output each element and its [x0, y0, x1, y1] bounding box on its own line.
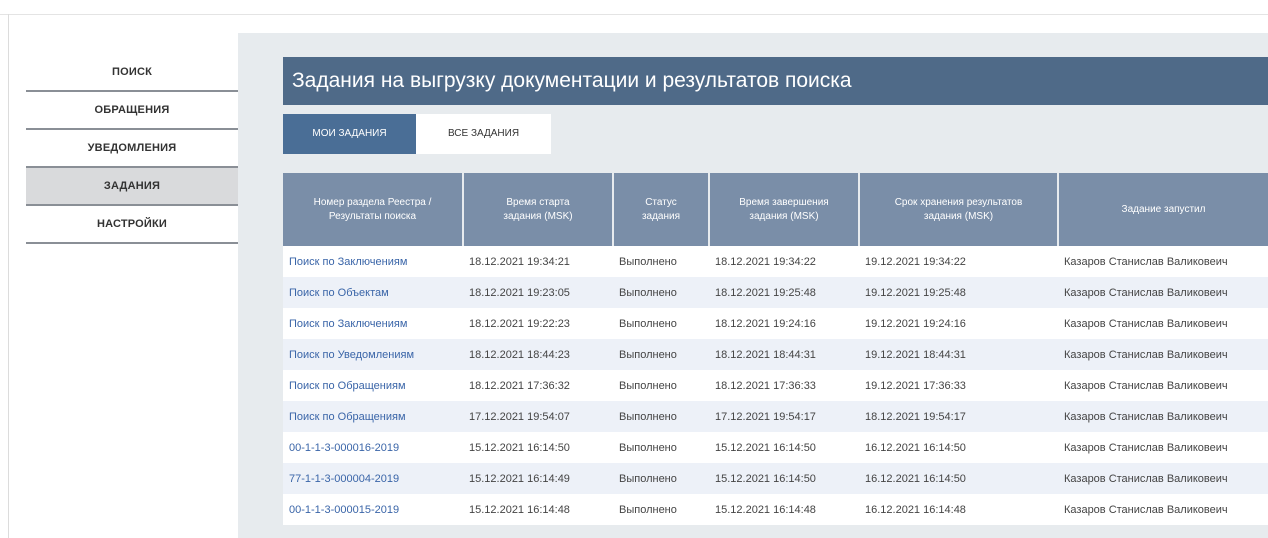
end-time-cell: 17.12.2021 19:54:17 — [709, 401, 859, 432]
task-link[interactable]: Поиск по Уведомлениям — [283, 339, 463, 370]
start-time-cell: 18.12.2021 19:34:21 — [463, 246, 613, 277]
page-title: Задания на выгрузку документации и резул… — [283, 57, 1268, 105]
column-header-status[interactable]: Статус задания — [613, 173, 710, 246]
sidebar-item-search[interactable]: ПОИСК — [26, 54, 238, 92]
start-time-cell: 15.12.2021 16:14:49 — [463, 463, 613, 494]
task-link[interactable]: 00-1-1-3-000016-2019 — [283, 432, 463, 463]
end-time-cell: 15.12.2021 16:14:48 — [709, 494, 859, 525]
table-header-row: Номер раздела Реестра / Результаты поиск… — [283, 173, 1268, 246]
task-link[interactable]: Поиск по Заключениям — [283, 308, 463, 339]
column-header-retention[interactable]: Срок хранения результатов задания (MSK) — [859, 173, 1059, 246]
start-time-cell: 15.12.2021 16:14:50 — [463, 432, 613, 463]
retention-cell: 19.12.2021 19:24:16 — [859, 308, 1058, 339]
main-content: Задания на выгрузку документации и резул… — [238, 33, 1268, 538]
started-by-cell: Казаров Станислав Валиковеич — [1058, 339, 1268, 370]
sidebar-item-notifications[interactable]: УВЕДОМЛЕНИЯ — [26, 130, 238, 168]
tasks-table: Номер раздела Реестра / Результаты поиск… — [283, 173, 1268, 525]
top-divider — [0, 14, 1268, 15]
started-by-cell: Казаров Станислав Валиковеич — [1058, 277, 1268, 308]
table-row: 00-1-1-3-000016-2019 15.12.2021 16:14:50… — [283, 432, 1268, 463]
table-row: Поиск по Заключениям 18.12.2021 19:22:23… — [283, 308, 1268, 339]
sidebar-item-settings[interactable]: НАСТРОЙКИ — [26, 206, 238, 244]
tab-my-tasks[interactable]: МОИ ЗАДАНИЯ — [283, 114, 416, 154]
retention-cell: 19.12.2021 19:34:22 — [859, 246, 1058, 277]
sidebar: ПОИСК ОБРАЩЕНИЯ УВЕДОМЛЕНИЯ ЗАДАНИЯ НАСТ… — [26, 54, 238, 244]
start-time-cell: 18.12.2021 19:22:23 — [463, 308, 613, 339]
started-by-cell: Казаров Станислав Валиковеич — [1058, 401, 1268, 432]
table-row: Поиск по Обращениям 17.12.2021 19:54:07 … — [283, 401, 1268, 432]
status-cell: Выполнено — [613, 339, 709, 370]
task-link[interactable]: 00-1-1-3-000015-2019 — [283, 494, 463, 525]
retention-cell: 19.12.2021 18:44:31 — [859, 339, 1058, 370]
status-cell: Выполнено — [613, 308, 709, 339]
task-link[interactable]: Поиск по Обращениям — [283, 370, 463, 401]
started-by-cell: Казаров Станислав Валиковеич — [1058, 246, 1268, 277]
status-cell: Выполнено — [613, 401, 709, 432]
started-by-cell: Казаров Станислав Валиковеич — [1058, 370, 1268, 401]
start-time-cell: 15.12.2021 16:14:48 — [463, 494, 613, 525]
task-link[interactable]: Поиск по Обращениям — [283, 401, 463, 432]
end-time-cell: 15.12.2021 16:14:50 — [709, 432, 859, 463]
status-cell: Выполнено — [613, 370, 709, 401]
sidebar-item-requests[interactable]: ОБРАЩЕНИЯ — [26, 92, 238, 130]
retention-cell: 19.12.2021 17:36:33 — [859, 370, 1058, 401]
end-time-cell: 15.12.2021 16:14:50 — [709, 463, 859, 494]
end-time-cell: 18.12.2021 19:34:22 — [709, 246, 859, 277]
started-by-cell: Казаров Станислав Валиковеич — [1058, 494, 1268, 525]
tab-bar: МОИ ЗАДАНИЯ ВСЕ ЗАДАНИЯ — [283, 114, 551, 154]
task-link[interactable]: Поиск по Заключениям — [283, 246, 463, 277]
table-row: Поиск по Объектам 18.12.2021 19:23:05 Вы… — [283, 277, 1268, 308]
start-time-cell: 18.12.2021 19:23:05 — [463, 277, 613, 308]
status-cell: Выполнено — [613, 246, 709, 277]
end-time-cell: 18.12.2021 19:24:16 — [709, 308, 859, 339]
retention-cell: 16.12.2021 16:14:50 — [859, 432, 1058, 463]
task-link[interactable]: 77-1-1-3-000004-2019 — [283, 463, 463, 494]
retention-cell: 16.12.2021 16:14:50 — [859, 463, 1058, 494]
table-row: 00-1-1-3-000015-2019 15.12.2021 16:14:48… — [283, 494, 1268, 525]
start-time-cell: 18.12.2021 18:44:23 — [463, 339, 613, 370]
tab-all-tasks[interactable]: ВСЕ ЗАДАНИЯ — [416, 114, 551, 154]
started-by-cell: Казаров Станислав Валиковеич — [1058, 463, 1268, 494]
started-by-cell: Казаров Станислав Валиковеич — [1058, 432, 1268, 463]
table-row: Поиск по Уведомлениям 18.12.2021 18:44:2… — [283, 339, 1268, 370]
table-row: Поиск по Заключениям 18.12.2021 19:34:21… — [283, 246, 1268, 277]
retention-cell: 18.12.2021 19:54:17 — [859, 401, 1058, 432]
started-by-cell: Казаров Станислав Валиковеич — [1058, 308, 1268, 339]
column-header-started-by[interactable]: Задание запустил — [1058, 173, 1268, 246]
retention-cell: 19.12.2021 19:25:48 — [859, 277, 1058, 308]
status-cell: Выполнено — [613, 432, 709, 463]
start-time-cell: 17.12.2021 19:54:07 — [463, 401, 613, 432]
end-time-cell: 18.12.2021 18:44:31 — [709, 339, 859, 370]
start-time-cell: 18.12.2021 17:36:32 — [463, 370, 613, 401]
table-row: Поиск по Обращениям 18.12.2021 17:36:32 … — [283, 370, 1268, 401]
status-cell: Выполнено — [613, 463, 709, 494]
sidebar-item-tasks[interactable]: ЗАДАНИЯ — [26, 168, 238, 206]
retention-cell: 16.12.2021 16:14:48 — [859, 494, 1058, 525]
left-divider — [8, 14, 9, 538]
status-cell: Выполнено — [613, 494, 709, 525]
column-header-start-time[interactable]: Время старта задания (MSK) — [463, 173, 614, 246]
status-cell: Выполнено — [613, 277, 709, 308]
column-header-section[interactable]: Номер раздела Реестра / Результаты поиск… — [283, 173, 464, 246]
column-header-end-time[interactable]: Время завершения задания (MSK) — [709, 173, 860, 246]
table-row: 77-1-1-3-000004-2019 15.12.2021 16:14:49… — [283, 463, 1268, 494]
task-link[interactable]: Поиск по Объектам — [283, 277, 463, 308]
end-time-cell: 18.12.2021 19:25:48 — [709, 277, 859, 308]
end-time-cell: 18.12.2021 17:36:33 — [709, 370, 859, 401]
